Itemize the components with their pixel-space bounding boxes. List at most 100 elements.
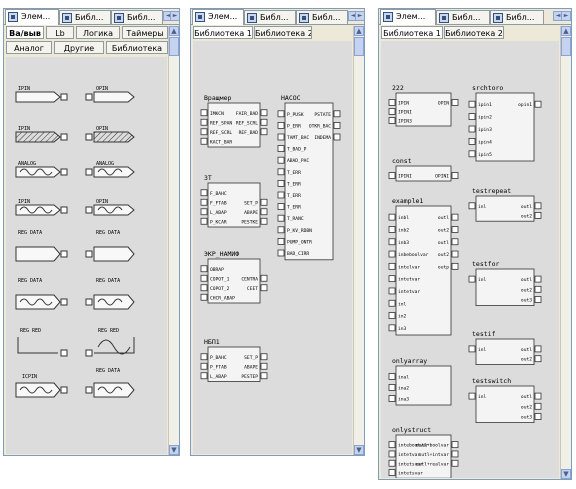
output-port[interactable] (260, 217, 268, 225)
input-port[interactable] (468, 138, 476, 145)
input-port[interactable] (388, 226, 396, 233)
input-port[interactable] (200, 198, 208, 206)
libtab-timers[interactable]: Таймеры (122, 26, 168, 39)
input-port[interactable] (388, 238, 396, 246)
scroll-down-button[interactable]: ▼ (561, 469, 571, 479)
input-port[interactable] (388, 250, 396, 258)
vertical-scrollbar[interactable]: ▲ ▼ (560, 26, 571, 479)
function-block[interactable]: testswitch inl outl out2 out3 (468, 377, 542, 423)
libtab-lb[interactable]: Lb (46, 26, 74, 39)
output-port[interactable] (260, 198, 268, 206)
ipin-element[interactable]: IPIN (15, 86, 68, 103)
input-port[interactable] (468, 113, 476, 120)
function-block[interactable]: НАСОС P_PUSK P_ERR TAMT_BAC T_BAD_P ABAD_PAC T… (277, 94, 341, 261)
output-port[interactable] (260, 284, 268, 292)
input-port[interactable] (277, 110, 285, 118)
function-block[interactable]: 222 IPIN IPINI IPIN3 OPIN (388, 84, 459, 127)
output-port[interactable] (333, 110, 341, 118)
input-port[interactable] (468, 392, 476, 400)
ipin-analog-element[interactable]: IPIN (15, 199, 68, 216)
output-port[interactable] (451, 238, 459, 246)
function-block[interactable]: Вращмер IMKCN REF_SPAN REF_SCRL KACT_BAR FAIR… (200, 94, 268, 148)
libtab-other[interactable]: Другие (54, 41, 104, 54)
tab-elements[interactable]: Элем... (5, 9, 59, 25)
function-block[interactable]: НБП1 P_BAHC P_FTAB L_ABAP SET_P ABAPE PESTEP (200, 338, 268, 382)
output-port[interactable] (260, 109, 268, 117)
input-port[interactable] (388, 117, 396, 124)
input-port[interactable] (388, 459, 396, 467)
input-port[interactable] (277, 191, 285, 199)
opin-analog-element[interactable]: OPIN (85, 199, 135, 216)
tab-scroll-right-button[interactable]: ► (355, 11, 364, 21)
output-port[interactable] (534, 202, 542, 210)
function-block[interactable]: onlyarray inal ina2 ina3 (388, 357, 452, 406)
input-port[interactable] (200, 118, 208, 126)
output-port[interactable] (333, 133, 341, 141)
input-port[interactable] (388, 441, 396, 449)
output-port[interactable] (260, 118, 268, 126)
input-port[interactable] (277, 226, 285, 234)
input-port[interactable] (388, 469, 396, 476)
output-port[interactable] (260, 128, 268, 136)
input-port[interactable] (388, 450, 396, 458)
input-port[interactable] (468, 202, 476, 210)
analog-output-element[interactable]: ANALOG (85, 161, 135, 178)
tab-library-2[interactable]: Библ... (490, 10, 544, 24)
tab-scroll-right-button[interactable]: ► (170, 11, 179, 21)
output-port[interactable] (451, 172, 459, 179)
tab-library-1[interactable]: Библ... (244, 10, 296, 24)
vertical-scrollbar[interactable]: ▲ ▼ (168, 26, 179, 455)
input-port[interactable] (277, 249, 285, 257)
reg-data-icpin-output-element[interactable]: REG DATA (85, 368, 135, 398)
input-port[interactable] (277, 122, 285, 129)
reg-red-output-element[interactable]: REG RED (85, 328, 135, 357)
input-port[interactable] (277, 179, 285, 187)
output-port[interactable] (451, 250, 459, 258)
input-port[interactable] (277, 237, 285, 245)
input-port[interactable] (388, 299, 396, 307)
input-port[interactable] (200, 208, 208, 216)
reg-red-input-element[interactable]: REG RED (17, 328, 68, 357)
function-block[interactable]: onlystructintebootvarintetvarintetsvarin… (388, 426, 459, 479)
tab-library-1[interactable]: Библ... (436, 10, 490, 24)
input-port[interactable] (200, 353, 208, 361)
output-port[interactable] (534, 392, 542, 400)
output-port[interactable] (260, 208, 268, 216)
input-port[interactable] (388, 373, 396, 380)
input-port[interactable] (200, 372, 208, 380)
input-port[interactable] (200, 189, 208, 197)
input-port[interactable] (468, 150, 476, 158)
input-port[interactable] (388, 262, 396, 270)
output-port[interactable] (534, 285, 542, 293)
input-port[interactable] (388, 395, 396, 402)
input-port[interactable] (200, 274, 208, 282)
scroll-up-button[interactable]: ▲ (169, 26, 179, 36)
input-port[interactable] (200, 284, 208, 292)
input-port[interactable] (200, 109, 208, 117)
libtab-library-1[interactable]: Библиотека 1 (381, 26, 443, 39)
output-port[interactable] (451, 99, 459, 106)
input-port[interactable] (277, 203, 285, 211)
scroll-thumb[interactable] (169, 37, 179, 56)
scroll-thumb[interactable] (354, 37, 364, 56)
output-port[interactable] (534, 355, 542, 363)
input-port[interactable] (277, 133, 285, 141)
input-port[interactable] (388, 172, 396, 179)
input-port[interactable] (277, 145, 285, 152)
output-port[interactable] (534, 402, 542, 410)
libtab-library[interactable]: Библиотека (106, 41, 168, 54)
function-block[interactable]: const IPINI OPINI (388, 157, 459, 182)
input-port[interactable] (277, 214, 285, 222)
vertical-scrollbar[interactable]: ▲ ▼ (353, 26, 364, 455)
function-block[interactable]: ЗТ F_BAHC F_FTAB L_ABAP P_KCAR SET_P ABAPE PEST… (200, 174, 268, 228)
opin-hatched-element[interactable]: OPIN (85, 126, 135, 143)
input-port[interactable] (468, 275, 476, 283)
output-port[interactable] (451, 450, 459, 458)
output-port[interactable] (534, 345, 542, 353)
input-port[interactable] (388, 287, 396, 295)
input-port[interactable] (388, 275, 396, 283)
libtab-analog[interactable]: Аналог (6, 41, 52, 54)
reg-data-analog-output-element[interactable]: REG DATA (85, 278, 135, 310)
input-port[interactable] (388, 108, 396, 115)
tab-library-2[interactable]: Библ... (111, 10, 163, 24)
